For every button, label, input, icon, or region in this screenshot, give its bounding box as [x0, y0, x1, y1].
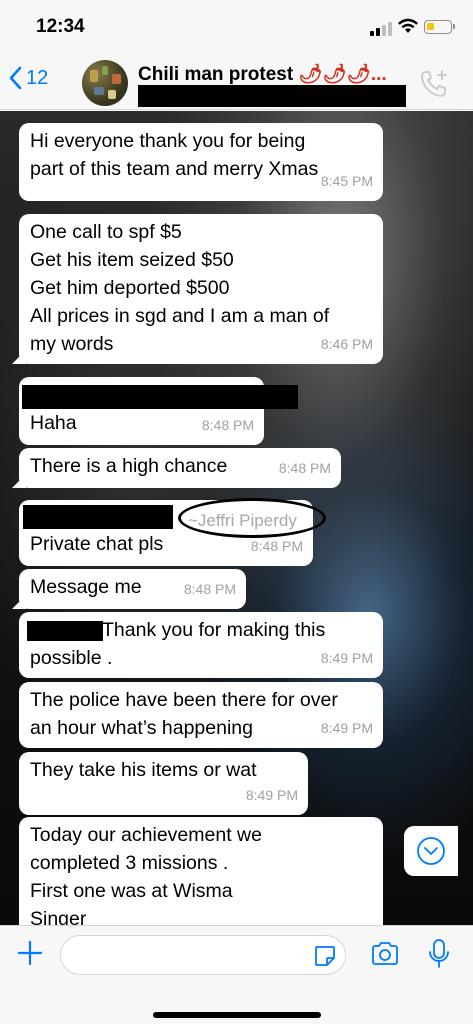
- redacted-name: [27, 621, 103, 641]
- cellular-signal-icon: [370, 22, 392, 36]
- message-bubble[interactable]: ~Jeffri Piperdy Private chat pls 8:48 PM: [19, 498, 326, 566]
- chat-title[interactable]: Chili man protest 🌶🌶🌶...: [138, 62, 387, 86]
- chevron-left-icon: [9, 66, 22, 90]
- message-bubble[interactable]: Thank you for making this possible . 8:4…: [19, 612, 383, 678]
- chat-header: 12 Chili man protest 🌶🌶🌶...: [0, 56, 473, 110]
- message-text: Today our achievement we completed 3 mis…: [30, 824, 262, 925]
- microphone-icon[interactable]: [428, 938, 450, 970]
- message-time: 8:48 PM: [183, 581, 236, 597]
- message-time: 8:49 PM: [320, 650, 373, 666]
- message-time: 8:45 PM: [320, 173, 373, 189]
- message-bubble[interactable]: The police have been there for over an h…: [19, 682, 383, 748]
- chevron-down-circle-icon: [417, 837, 445, 865]
- sender-row: [22, 381, 298, 409]
- redacted-subtitle: [138, 85, 406, 107]
- camera-icon[interactable]: [370, 940, 400, 968]
- redacted-sender-name: [22, 385, 298, 409]
- message-bubble[interactable]: They take his items or wat 8:49 PM: [19, 752, 308, 815]
- message-bubble[interactable]: Today our achievement we completed 3 mis…: [19, 817, 383, 925]
- message-time: 8:48 PM: [250, 538, 303, 554]
- status-bar: 12:34: [0, 0, 473, 56]
- wifi-icon: [398, 18, 418, 33]
- message-time: 8:49 PM: [320, 720, 373, 736]
- message-time: 8:48 PM: [201, 417, 254, 433]
- message-time: 8:49 PM: [245, 787, 298, 803]
- group-avatar[interactable]: [82, 60, 128, 106]
- sticker-icon[interactable]: [313, 944, 337, 968]
- message-bubble[interactable]: One call to spf $5 Get his item seized $…: [19, 214, 383, 364]
- message-time: 8:48 PM: [278, 460, 331, 476]
- message-bubble[interactable]: Hi everyone thank you for being part of …: [19, 123, 383, 201]
- message-time: 8:46 PM: [320, 336, 373, 352]
- back-button[interactable]: 12: [8, 66, 48, 90]
- plus-icon[interactable]: [16, 939, 44, 967]
- chat-title-text: Chili man protest: [138, 64, 294, 85]
- sender-row: ~Jeffri Piperdy: [23, 498, 326, 538]
- message-input[interactable]: [60, 935, 346, 975]
- chat-title-emoji: 🌶🌶🌶...: [298, 64, 387, 85]
- home-indicator: [153, 1012, 321, 1018]
- chat-messages[interactable]: Hi everyone thank you for being part of …: [0, 111, 473, 925]
- message-bubble[interactable]: Haha 8:48 PM: [19, 377, 298, 445]
- message-composer: [0, 925, 473, 1024]
- battery-icon: [424, 20, 455, 34]
- message-bubble[interactable]: Message me 8:48 PM: [19, 569, 246, 609]
- phone-plus-icon[interactable]: [418, 68, 450, 100]
- redacted-sender-phone: [23, 505, 173, 529]
- message-bubble[interactable]: There is a high chance 8:48 PM: [19, 448, 341, 488]
- back-count: 12: [26, 66, 49, 89]
- message-text: They take his items or wat: [30, 759, 257, 781]
- status-time: 12:34: [36, 16, 85, 37]
- scroll-to-bottom-button[interactable]: [404, 826, 458, 876]
